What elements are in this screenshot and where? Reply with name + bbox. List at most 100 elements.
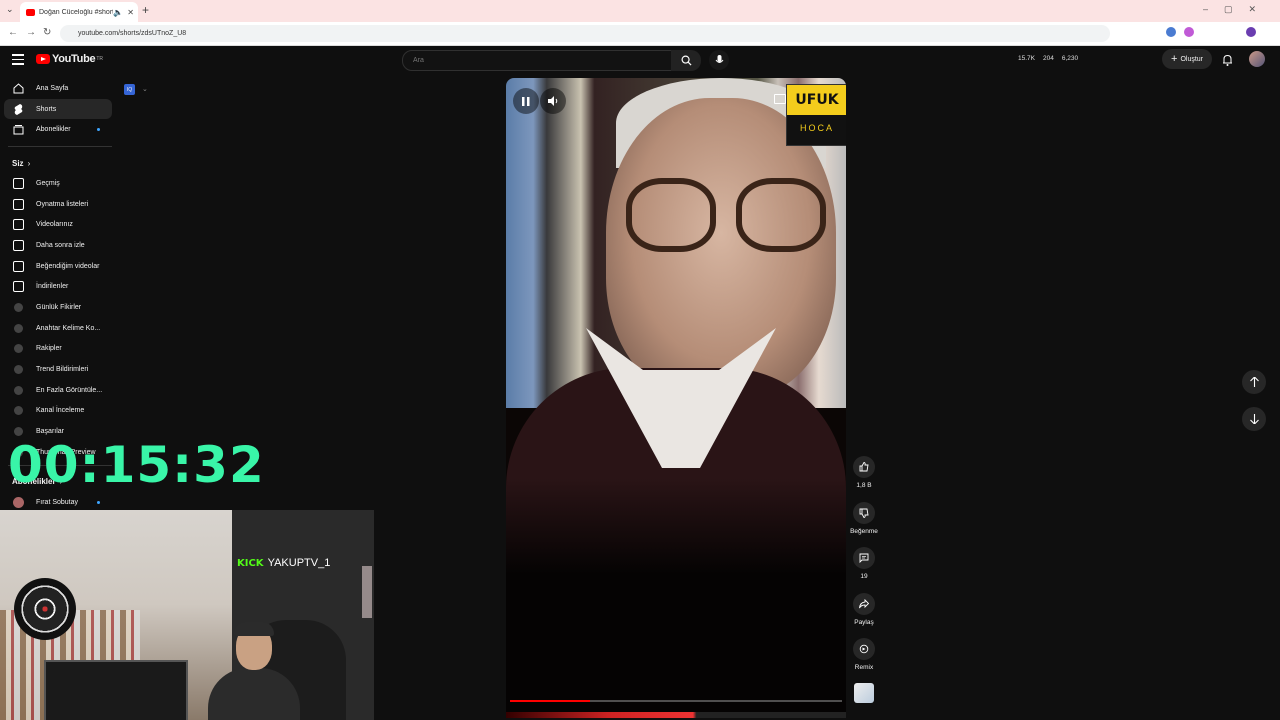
sidebar-item-you-7[interactable]: Anahtar Kelime Ko... [0,318,120,339]
account-avatar[interactable] [1249,51,1265,67]
icon-shape [12,260,24,272]
action-rail: 1,8 B Beğenme 19 Paylaş Remix [848,456,880,684]
sidebar-item-you-5[interactable]: İndirilenler [0,277,120,298]
back-icon[interactable]: ← [8,27,18,38]
like-button[interactable] [853,456,875,478]
pause-button[interactable] [513,88,539,114]
sidebar-item-home[interactable]: Ana Sayfa [0,78,120,99]
tab-audio-icon[interactable]: 🔈 [113,8,123,17]
previous-short-button[interactable] [1242,370,1266,394]
ext-icon [12,384,24,396]
tab-search-icon[interactable]: ⌄ [6,4,14,15]
sidebar-label: Trend Bildirimleri [36,366,89,374]
new-tab-icon[interactable]: + [142,3,149,17]
notifications-button[interactable] [1222,53,1233,71]
webcam-overlay [0,510,374,720]
remix-action[interactable]: Remix [848,638,880,684]
extension-icon[interactable] [1184,27,1194,37]
sidebar-item-you-8[interactable]: Rakipler [0,339,120,360]
ext-dot [13,365,23,375]
channel-stats: 15.7K 204 6,230 [1018,55,1078,62]
sidebar-item-shorts[interactable]: Shorts [4,98,112,120]
sidebar-item-you-9[interactable]: Trend Bildirimleri [0,359,120,380]
logo-text: YouTube [52,53,96,65]
chevron-down-icon[interactable]: ⌄ [142,85,148,93]
dartboard [14,578,76,640]
extension-icon[interactable] [1166,27,1176,37]
ext-dot [13,303,23,313]
ext-dot [13,344,23,354]
share-label: Paylaş [854,618,874,626]
create-label: Oluştur [1180,55,1203,63]
comments-action[interactable]: 19 [848,547,880,593]
voice-search-button[interactable] [709,50,729,70]
mic-icon [715,54,723,63]
window-controls[interactable]: –▢✕ [1203,4,1272,15]
sidebar-item-subscriptions[interactable]: Abonelikler [0,119,120,140]
profile-icon[interactable] [1246,27,1256,37]
menu-icon[interactable] [12,54,24,65]
reload-icon[interactable]: ↻ [43,27,51,38]
next-short-button[interactable] [1242,407,1266,431]
dislike-action[interactable]: Beğenme [848,501,880,548]
headset [234,622,274,636]
ext-icon [12,343,24,355]
search-input[interactable] [411,56,655,65]
address-bar: ← → ↻ youtube.com/shorts/zdsUTnoZ_U8 [0,22,1280,46]
icon-shape [12,198,24,210]
sidebar-item-you-2[interactable]: Videolarınız [0,214,120,235]
sidebar-item-you-4[interactable]: Beğendiğim videolar [0,256,120,277]
sidebar-label: Başarılar [36,428,65,436]
stat-views: 15.7K [1018,55,1035,62]
extension-badge[interactable]: IQ [124,84,135,95]
comment-icon [859,553,869,563]
thumbs-up-icon [859,462,869,472]
sidebar-item-you-6[interactable]: Günlük Fikirler [0,297,120,318]
tab-close-icon[interactable]: ✕ [127,8,134,17]
playlist-icon [12,198,24,210]
sidebar-item-you-11[interactable]: Kanal İnceleme [0,401,120,422]
ext-icon [12,364,24,376]
your-videos-icon [12,219,24,231]
remix-button[interactable] [853,638,875,660]
sidebar-label: Ana Sayfa [36,84,69,92]
sidebar-item-you-0[interactable]: Geçmiş [0,173,120,194]
comments-button[interactable] [853,547,875,569]
search-button[interactable] [671,50,701,71]
youtube-logo[interactable]: YouTube TR [36,53,103,65]
arrow-up-icon [1249,377,1259,387]
new-content-dot [97,500,100,504]
browser-tab[interactable]: Doğan Cüceloğlu #shorts 🔈 ✕ [20,2,138,22]
arrow-down-icon [1249,414,1259,424]
share-action[interactable]: Paylaş [848,592,880,639]
sidebar-item-you-1[interactable]: Oynatma listeleri [0,194,120,215]
section-title: Siz [12,158,24,168]
sound-thumbnail[interactable] [854,683,874,703]
pause-icon [522,96,530,106]
youtube-header: YouTube TR 15.7K 204 6,230 + Oluştur [0,45,1280,75]
like-action[interactable]: 1,8 B [848,456,880,502]
share-button[interactable] [853,592,875,615]
plus-icon: + [1171,53,1178,65]
next-short-preview[interactable] [506,712,846,718]
streamer [188,622,308,720]
omnibox[interactable]: youtube.com/shorts/zdsUTnoZ_U8 [60,25,1110,42]
captions-icon[interactable] [774,94,786,104]
like-count: 1,8 B [856,482,872,489]
browser-tab-bar: ⌄ Doğan Cüceloğlu #shorts 🔈 ✕ + –▢✕ [0,0,1280,22]
forward-icon[interactable]: → [26,27,36,38]
icon-shape [12,177,24,189]
create-button[interactable]: + Oluştur [1162,49,1212,69]
volume-button[interactable] [540,88,566,114]
sidebar-section-you[interactable]: Siz › [0,153,120,173]
ext-icon [12,405,24,417]
bell-icon [1223,54,1232,66]
ext-icon [12,322,24,334]
sidebar-item-you-3[interactable]: Daha sonra izle [0,235,120,256]
dislike-button[interactable] [853,501,875,524]
video-progress[interactable] [510,700,842,702]
shorts-player[interactable]: UFUK HOCA [506,78,846,718]
icon-shape [12,281,24,293]
ext-dot [13,406,23,416]
sidebar-item-you-10[interactable]: En Fazla Görüntüle... [0,380,120,401]
